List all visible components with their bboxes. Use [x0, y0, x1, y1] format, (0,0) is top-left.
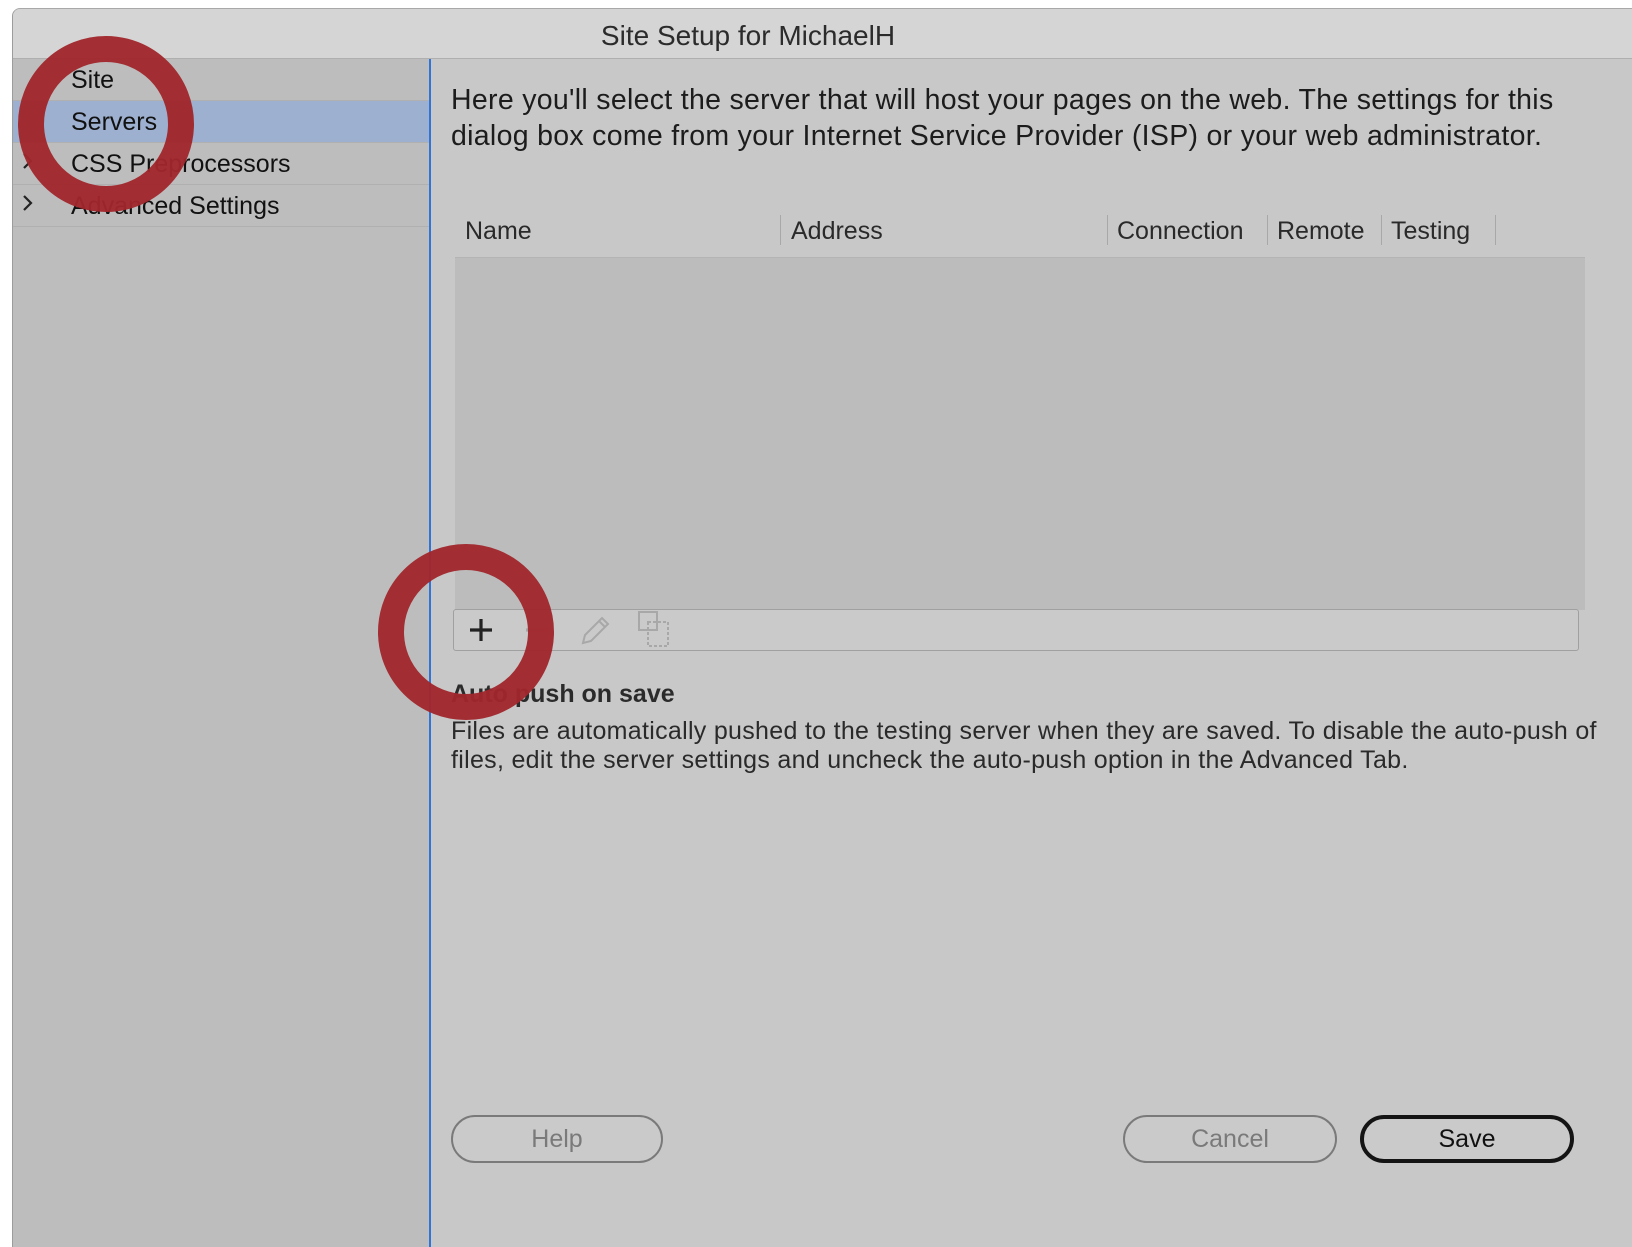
column-divider[interactable] [780, 215, 781, 245]
column-divider[interactable] [1381, 215, 1382, 245]
help-button[interactable]: Help [451, 1115, 663, 1163]
cancel-button[interactable]: Cancel [1123, 1115, 1337, 1163]
server-table-header: Name Address Connection Remote Testing [453, 209, 1583, 253]
column-divider[interactable] [1495, 215, 1496, 245]
column-divider[interactable] [1107, 215, 1108, 245]
column-header-remote[interactable]: Remote [1277, 217, 1365, 246]
edit-server-button[interactable] [571, 610, 621, 650]
site-setup-dialog: Site Setup for MichaelH Site Servers CSS… [12, 8, 1632, 1247]
duplicate-server-button[interactable] [630, 610, 680, 650]
server-list-toolbar [453, 609, 1579, 651]
save-button[interactable]: Save [1360, 1115, 1574, 1163]
annotation-circle-add-button [378, 544, 554, 720]
column-header-connection[interactable]: Connection [1117, 217, 1243, 246]
chevron-right-icon[interactable] [21, 191, 35, 222]
column-divider[interactable] [1267, 215, 1268, 245]
server-list[interactable] [455, 257, 1585, 610]
window-title: Site Setup for MichaelH [600, 20, 896, 51]
pencil-icon [581, 616, 610, 645]
title-bar[interactable]: Site Setup for MichaelH [13, 9, 1632, 59]
annotation-circle-servers [18, 36, 194, 212]
servers-intro-text: Here you'll select the server that will … [451, 84, 1554, 152]
auto-push-description: Files are automatically pushed to the te… [451, 717, 1597, 774]
column-header-address[interactable]: Address [791, 217, 883, 246]
column-header-testing[interactable]: Testing [1391, 217, 1470, 246]
duplicate-icon [638, 611, 669, 647]
servers-panel: Here you'll select the server that will … [433, 59, 1632, 1247]
category-sidebar: Site Servers CSS Preprocessors Advanced … [13, 59, 431, 1247]
column-header-name[interactable]: Name [465, 217, 532, 246]
